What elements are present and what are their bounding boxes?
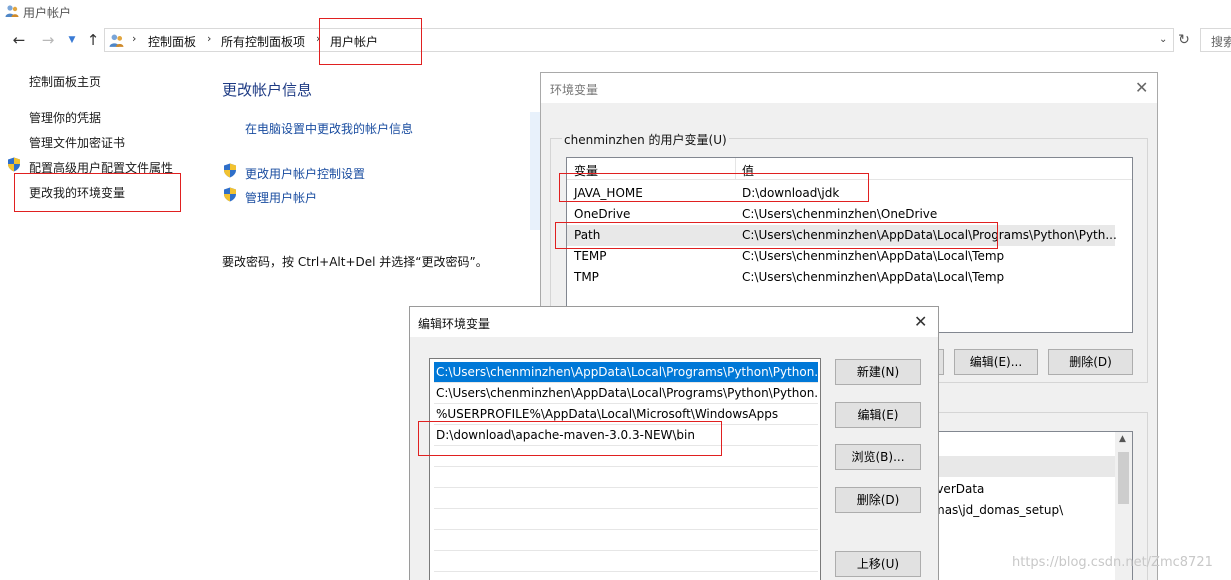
- search-box[interactable]: 搜索: [1200, 28, 1231, 52]
- close-icon[interactable]: ✕: [1135, 80, 1148, 96]
- list-item[interactable]: [434, 467, 818, 488]
- dialog-titlebar: 环境变量 ✕: [541, 73, 1157, 103]
- highlight-box-env-link: [14, 173, 181, 212]
- uac-shield-icon: [8, 157, 20, 172]
- dialog-title: 编辑环境变量: [418, 317, 491, 331]
- variable-name: TEMP: [574, 249, 607, 263]
- variable-value: iverData: [933, 482, 985, 496]
- path-entry: C:\Users\chenminzhen\AppData\Local\Progr…: [436, 386, 818, 400]
- password-hint-text: 要改密码，按 Ctrl+Alt+Del 并选择“更改密码”。: [222, 255, 488, 269]
- edit-user-variable-button[interactable]: 编辑(E)...: [954, 349, 1038, 375]
- list-item[interactable]: [434, 530, 818, 551]
- dialog-title: 环境变量: [550, 83, 599, 97]
- table-row[interactable]: TMP C:\Users\chenminzhen\AppData\Local\T…: [567, 267, 1132, 288]
- list-item[interactable]: [434, 488, 818, 509]
- refresh-icon[interactable]: ↻: [1175, 28, 1193, 52]
- highlight-box-path: [555, 222, 998, 249]
- variable-name: OneDrive: [574, 207, 631, 221]
- control-panel-home-link[interactable]: 控制面板主页: [29, 73, 101, 90]
- path-entry: %USERPROFILE%\AppData\Local\Microsoft\Wi…: [436, 407, 779, 421]
- close-icon[interactable]: ✕: [914, 314, 927, 330]
- recent-locations-chevron-icon[interactable]: ▼: [62, 30, 82, 50]
- move-up-button[interactable]: 上移(U): [835, 551, 921, 577]
- list-item[interactable]: C:\Users\chenminzhen\AppData\Local\Progr…: [434, 383, 818, 404]
- address-dropdown-chevron-icon[interactable]: ⌄: [1159, 34, 1167, 45]
- browse-button[interactable]: 浏览(B)...: [835, 444, 921, 470]
- variable-name: TMP: [574, 270, 599, 284]
- uac-shield-icon: [224, 163, 236, 178]
- delete-entry-button[interactable]: 删除(D): [835, 487, 921, 513]
- new-entry-button[interactable]: 新建(N): [835, 359, 921, 385]
- variable-value: C:\Users\chenminzhen\OneDrive: [742, 207, 938, 221]
- address-bar[interactable]: › 控制面板 › 所有控制面板项 › 用户帐户 ⌄: [104, 28, 1174, 52]
- scroll-up-chevron-icon[interactable]: ▲: [1119, 434, 1126, 444]
- highlight-box-java-home: [559, 173, 869, 202]
- up-arrow-icon[interactable]: ↑: [83, 30, 103, 50]
- uac-settings-link[interactable]: 更改用户帐户控制设置: [245, 165, 365, 182]
- window-titlebar: 用户帐户: [0, 0, 1231, 24]
- edit-entry-button[interactable]: 编辑(E): [835, 402, 921, 428]
- window-title: 用户帐户: [23, 6, 72, 20]
- manage-credentials-link[interactable]: 管理你的凭据: [29, 109, 101, 126]
- delete-user-variable-button[interactable]: 删除(D): [1048, 349, 1133, 375]
- path-entry: C:\Users\chenminzhen\AppData\Local\Progr…: [436, 365, 818, 379]
- control-panel-icon: [109, 34, 124, 47]
- list-item[interactable]: [434, 509, 818, 530]
- list-item[interactable]: [434, 551, 818, 572]
- breadcrumb-all-items[interactable]: 所有控制面板项: [221, 33, 305, 50]
- breadcrumb-separator-icon: ›: [132, 32, 137, 45]
- highlight-box-breadcrumb: [319, 18, 422, 65]
- breadcrumb-control-panel[interactable]: 控制面板: [148, 33, 196, 50]
- back-arrow-icon[interactable]: ←: [9, 30, 29, 50]
- table-row[interactable]: TEMP C:\Users\chenminzhen\AppData\Local\…: [567, 246, 1132, 267]
- user-variables-label: chenminzhen 的用户变量(U): [562, 131, 729, 148]
- users-icon: [5, 5, 19, 17]
- background-panel-strip: [530, 112, 540, 230]
- search-label: 搜索: [1211, 35, 1231, 49]
- breadcrumb-separator-icon: ›: [207, 32, 212, 45]
- manage-encryption-certificates-link[interactable]: 管理文件加密证书: [29, 134, 125, 151]
- dialog-titlebar: 编辑环境变量 ✕: [410, 307, 938, 337]
- forward-arrow-icon[interactable]: →: [38, 30, 58, 50]
- variable-value: C:\Users\chenminzhen\AppData\Local\Temp: [742, 249, 1005, 263]
- list-item-selected[interactable]: C:\Users\chenminzhen\AppData\Local\Progr…: [434, 362, 818, 383]
- variable-value: mas\jd_domas_setup\: [933, 503, 1064, 517]
- scrollbar-thumb[interactable]: [1118, 452, 1129, 504]
- manage-user-accounts-link[interactable]: 管理用户帐户: [245, 189, 317, 206]
- path-entries-list[interactable]: C:\Users\chenminzhen\AppData\Local\Progr…: [429, 358, 821, 580]
- variable-value: C:\Users\chenminzhen\AppData\Local\Temp: [742, 270, 1005, 284]
- pc-settings-link[interactable]: 在电脑设置中更改我的帐户信息: [245, 120, 413, 137]
- page-title: 更改帐户信息: [222, 81, 313, 99]
- highlight-box-maven-entry: [418, 421, 722, 456]
- uac-shield-icon: [224, 187, 236, 202]
- navigation-bar: ← → ▼ ↑ › 控制面板 › 所有控制面板项 › 用户帐户 ⌄ ↻ 搜索: [0, 24, 1231, 56]
- list-item[interactable]: [434, 572, 818, 580]
- watermark: https://blog.csdn.net/Zmc8721: [1012, 555, 1213, 570]
